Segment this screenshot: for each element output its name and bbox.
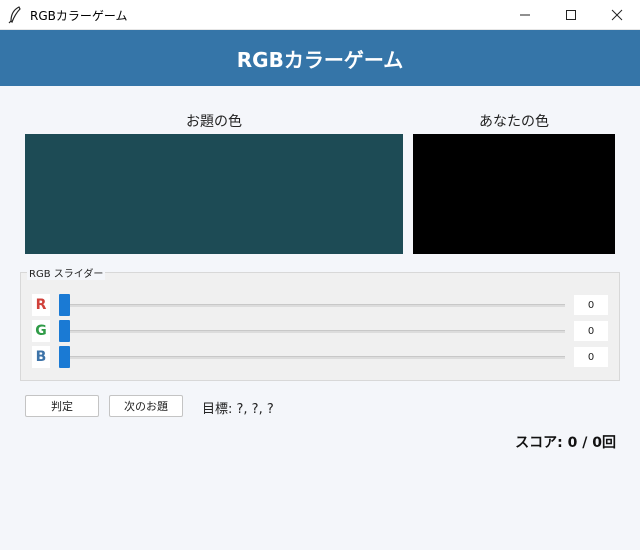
value-box-r: 0: [574, 295, 608, 315]
value-box-g: 0: [574, 321, 608, 341]
slider-row-r: R 0: [21, 294, 621, 316]
next-question-button[interactable]: 次のお題: [109, 395, 183, 417]
target-color-swatch: [25, 134, 403, 254]
close-icon: [611, 9, 623, 21]
minimize-button[interactable]: [502, 0, 548, 30]
your-color-swatch: [413, 134, 615, 254]
slider-thumb-g[interactable]: [59, 320, 70, 342]
window-titlebar: RGBカラーゲーム: [0, 0, 640, 30]
rgb-slider-group: RGB スライダー R 0 G 0 B 0: [20, 265, 621, 381]
value-box-b: 0: [574, 347, 608, 367]
slider-group-legend: RGB スライダー: [27, 265, 106, 280]
slider-track-r[interactable]: [63, 304, 565, 307]
close-button[interactable]: [594, 0, 640, 30]
slider-thumb-b[interactable]: [59, 346, 70, 368]
maximize-icon: [566, 10, 576, 20]
channel-label-g: G: [32, 320, 50, 342]
page-header: RGBカラーゲーム: [0, 30, 640, 86]
channel-label-r: R: [32, 294, 50, 316]
slider-track-g[interactable]: [63, 330, 565, 333]
channel-label-b: B: [32, 346, 50, 368]
maximize-button[interactable]: [548, 0, 594, 30]
page-title: RGBカラーゲーム: [236, 47, 404, 72]
slider-thumb-r[interactable]: [59, 294, 70, 316]
slider-row-g: G 0: [21, 320, 621, 342]
minimize-icon: [520, 14, 530, 16]
window-title: RGBカラーゲーム: [30, 9, 128, 23]
target-color-label: お題の色: [186, 114, 242, 130]
feather-icon: [8, 6, 22, 24]
score-text: スコア: 0 / 0回: [515, 435, 616, 451]
target-rgb-text: 目標: ?, ?, ?: [202, 402, 274, 417]
your-color-label: あなたの色: [479, 114, 549, 130]
slider-track-b[interactable]: [63, 356, 565, 359]
judge-button[interactable]: 判定: [25, 395, 99, 417]
slider-row-b: B 0: [21, 346, 621, 368]
